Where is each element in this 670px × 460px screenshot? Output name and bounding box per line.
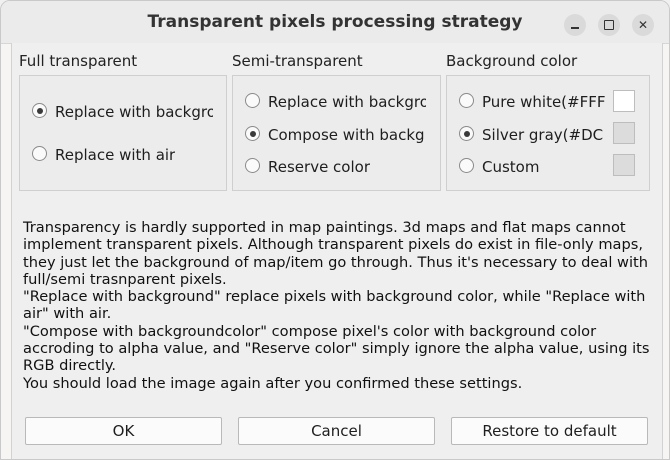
option-label: Replace with backgro <box>268 92 426 111</box>
minimize-button[interactable] <box>564 14 586 36</box>
option-label: Custom <box>482 157 540 176</box>
option-label: Pure white(#FFF <box>482 92 606 111</box>
swatch-custom[interactable] <box>613 154 635 176</box>
bg-option-custom[interactable]: Custom <box>459 155 539 177</box>
option-label: Compose with backg <box>268 125 425 144</box>
semi-transparent-title: Semi-transparent <box>232 52 363 70</box>
swatch-pure-white[interactable] <box>613 90 635 112</box>
title-bar[interactable]: Transparent pixels processing strategy ✕ <box>1 1 669 44</box>
close-button[interactable]: ✕ <box>632 14 654 36</box>
semi-option-reserve-color[interactable]: Reserve color <box>245 155 370 177</box>
option-label: Silver gray(#DC <box>482 125 604 144</box>
option-label: Replace with air <box>55 145 176 164</box>
radio-checked-icon[interactable] <box>32 103 47 118</box>
description-text: Transparency is hardly supported in map … <box>23 219 655 392</box>
semi-option-replace-background[interactable]: Replace with backgro <box>245 90 426 112</box>
description-paragraph: Transparency is hardly supported in map … <box>23 219 649 288</box>
radio-checked-icon[interactable] <box>245 126 260 141</box>
maximize-icon <box>604 20 614 30</box>
semi-transparent-group: Replace with backgro Compose with backg … <box>232 75 441 191</box>
bg-option-pure-white[interactable]: Pure white(#FFF <box>459 90 605 112</box>
bg-option-silver-gray[interactable]: Silver gray(#DC <box>459 123 603 145</box>
radio-unchecked-icon[interactable] <box>245 158 260 173</box>
dialog-window: Transparent pixels processing strategy ✕… <box>0 0 670 460</box>
full-option-replace-background[interactable]: Replace with backgro <box>32 100 213 122</box>
radio-checked-icon[interactable] <box>459 126 474 141</box>
full-transparent-group: Replace with backgro Replace with air <box>19 75 227 191</box>
full-option-replace-air[interactable]: Replace with air <box>32 143 175 165</box>
dialog-content: Full transparent Replace with backgro Re… <box>11 43 663 459</box>
cancel-button[interactable]: Cancel <box>238 417 435 445</box>
maximize-button[interactable] <box>598 14 620 36</box>
ok-button[interactable]: OK <box>25 417 222 445</box>
description-paragraph: "Compose with backgroundcolor" compose p… <box>23 322 650 375</box>
radio-unchecked-icon[interactable] <box>459 93 474 108</box>
description-paragraph: "Replace with background" replace pixels… <box>23 288 646 323</box>
minimize-icon <box>571 27 579 29</box>
swatch-silver-gray[interactable] <box>613 122 635 144</box>
background-color-title: Background color <box>446 52 578 70</box>
option-label: Reserve color <box>268 157 370 176</box>
radio-unchecked-icon[interactable] <box>245 93 260 108</box>
radio-unchecked-icon[interactable] <box>32 146 47 161</box>
full-transparent-title: Full transparent <box>19 52 138 70</box>
restore-default-button[interactable]: Restore to default <box>451 417 648 445</box>
description-paragraph: You should load the image again after yo… <box>23 374 523 392</box>
background-color-group: Pure white(#FFF Silver gray(#DC Custom <box>446 75 650 191</box>
semi-option-compose-background[interactable]: Compose with backg <box>245 123 425 145</box>
radio-unchecked-icon[interactable] <box>459 158 474 173</box>
option-label: Replace with backgro <box>55 102 213 121</box>
close-icon: ✕ <box>637 18 649 32</box>
